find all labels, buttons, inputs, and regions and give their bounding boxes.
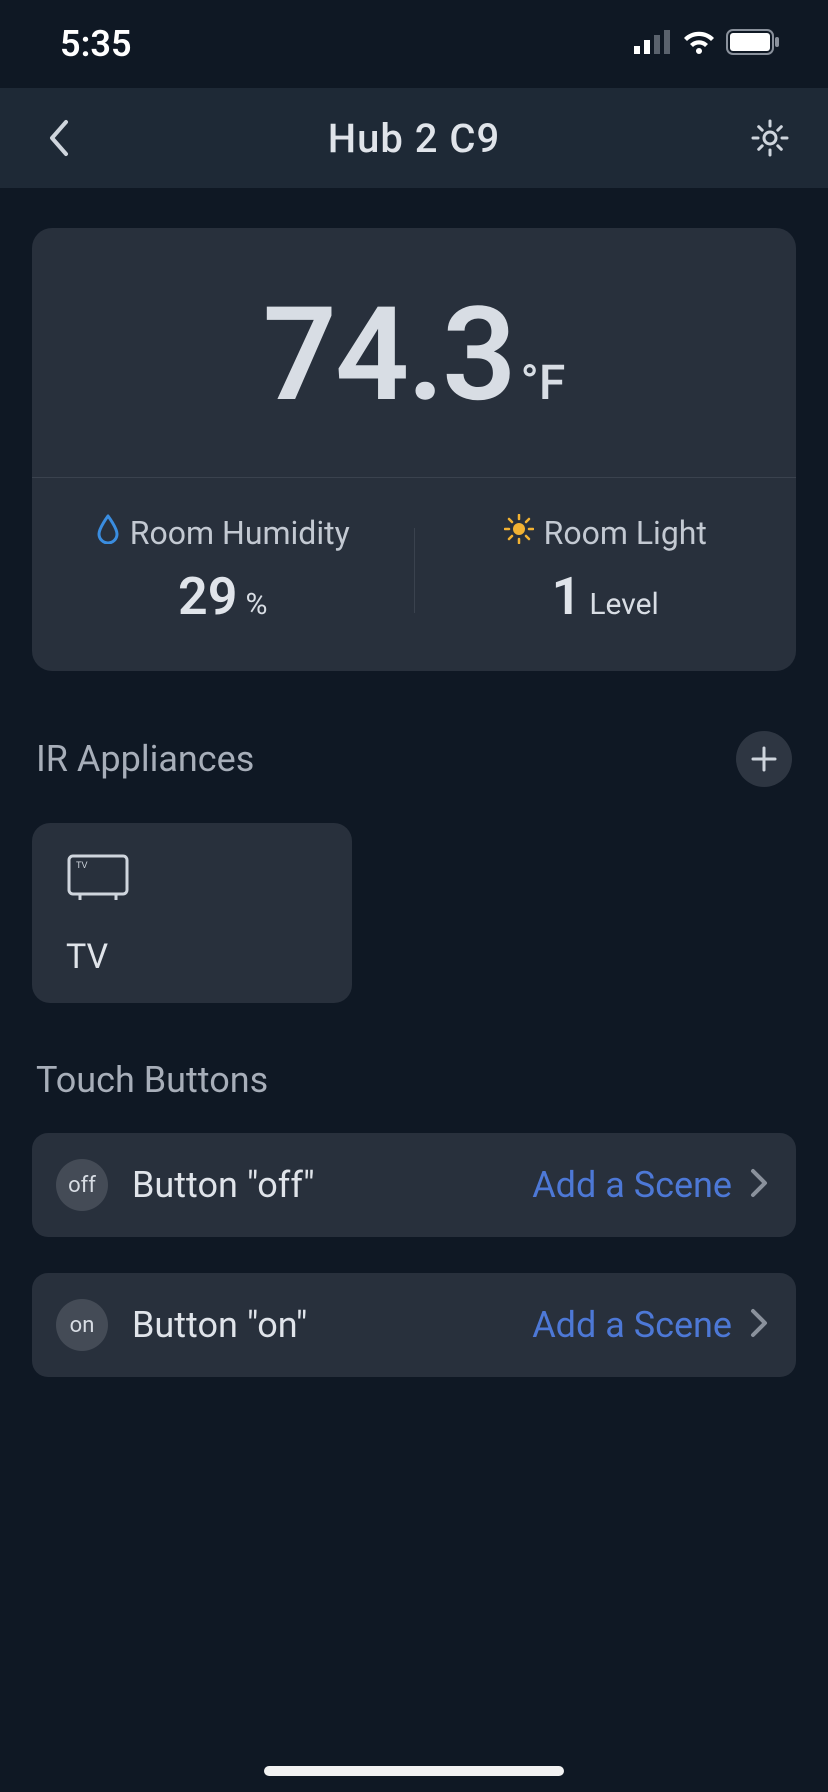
add-scene-link[interactable]: Add a Scene [532, 1164, 732, 1206]
settings-button[interactable] [746, 114, 794, 162]
touch-badge-off: off [56, 1159, 108, 1211]
humidity-value: 29 [178, 566, 237, 627]
page-title: Hub 2 C9 [328, 115, 501, 162]
temperature-value: 74.3 [263, 278, 515, 431]
humidity-block: Room Humidity 29 % [32, 514, 414, 627]
touch-section-title: Touch Buttons [36, 1059, 268, 1101]
appliance-tile-tv[interactable]: TV TV [32, 823, 352, 1003]
chevron-left-icon [46, 118, 70, 158]
add-scene-link[interactable]: Add a Scene [532, 1304, 732, 1346]
back-button[interactable] [34, 114, 82, 162]
light-block: Room Light 1 Level [415, 514, 797, 627]
home-indicator[interactable] [264, 1766, 564, 1776]
touch-button-off[interactable]: off Button "off" Add a Scene [32, 1133, 796, 1237]
light-label: Room Light [544, 514, 707, 552]
tv-icon: TV [66, 853, 318, 907]
humidity-icon [96, 514, 120, 552]
humidity-unit: % [245, 587, 267, 622]
status-bar: 5:35 [0, 0, 828, 88]
touch-label: Button "on" [132, 1304, 532, 1346]
nav-bar: Hub 2 C9 [0, 88, 828, 188]
add-appliance-button[interactable] [736, 731, 792, 787]
status-time: 5:35 [60, 23, 132, 65]
appliance-label: TV [66, 937, 318, 977]
touch-button-on[interactable]: on Button "on" Add a Scene [32, 1273, 796, 1377]
touch-label: Button "off" [132, 1164, 532, 1206]
humidity-label: Room Humidity [130, 514, 350, 552]
plus-icon [750, 745, 778, 773]
temperature-display: 74.3 °F [32, 228, 796, 477]
chevron-right-icon [750, 1308, 768, 1342]
wifi-icon [682, 30, 716, 58]
battery-icon [726, 29, 780, 59]
chevron-right-icon [750, 1168, 768, 1202]
cell-signal-icon [634, 30, 672, 58]
sensor-card[interactable]: 74.3 °F Room Humidity 29 % [32, 228, 796, 671]
status-indicators [634, 29, 780, 59]
sun-icon [504, 514, 534, 552]
light-value: 1 [552, 566, 582, 627]
temperature-unit: °F [520, 354, 565, 411]
gear-icon [750, 118, 790, 158]
ir-section-title: IR Appliances [36, 738, 254, 780]
touch-badge-on: on [56, 1299, 108, 1351]
svg-text:TV: TV [76, 860, 88, 870]
light-unit: Level [589, 587, 658, 622]
